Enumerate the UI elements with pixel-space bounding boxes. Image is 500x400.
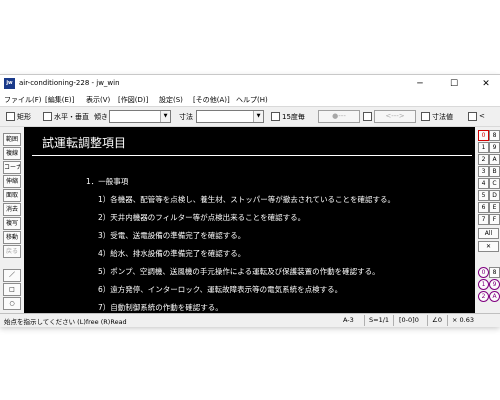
- layer-group-6-button[interactable]: 6: [478, 202, 489, 213]
- status-divider: [393, 315, 394, 326]
- menu-draw[interactable]: [作図(D)]: [118, 95, 148, 105]
- app-window: jw air-conditioning-228 - jw_win ─ ☐ ✕ フ…: [0, 75, 500, 327]
- circle-tool-icon[interactable]: ○: [3, 297, 21, 310]
- jw-app-icon: jw: [4, 78, 15, 89]
- lt-checkbox[interactable]: [468, 112, 477, 121]
- layer-9-button[interactable]: 9: [489, 279, 500, 290]
- chevron-down-icon: ▼: [253, 111, 263, 122]
- point-mode-button[interactable]: ●---: [318, 110, 360, 123]
- layer-group-0-button[interactable]: 0: [478, 130, 489, 141]
- check-item: 3）受電、送電設備の準備完了を確認する。: [98, 231, 246, 240]
- tool-copy[interactable]: 複写: [3, 217, 21, 230]
- layer-group-2-button[interactable]: 2: [478, 154, 489, 165]
- menu-other[interactable]: [その他(A)]: [193, 95, 230, 105]
- dimval-checkbox[interactable]: [421, 112, 430, 121]
- zoom-indicator[interactable]: × 0.63: [452, 316, 474, 324]
- menu-view[interactable]: 表示(V): [86, 95, 110, 105]
- window-title: air-conditioning-228 - jw_win: [19, 79, 120, 87]
- menu-bar: ファイル(F) [編集(E)] 表示(V) [作図(D)] 設定(S) [その他…: [0, 93, 500, 106]
- status-bar: 始点を指示してください (L)free (R)Read A-3 S=1/1 [0…: [0, 313, 500, 327]
- layer-1-button[interactable]: 1: [478, 279, 489, 290]
- layer-a-button[interactable]: A: [489, 291, 500, 302]
- tool-offset[interactable]: 複線: [3, 147, 21, 160]
- drawing-canvas[interactable]: 試運転調整項目 1．一般事項 1）各機器、配管等を点検し、養生材、ストッパー等が…: [24, 127, 475, 313]
- layer-group-9-button[interactable]: 9: [489, 142, 500, 153]
- status-message: 始点を指示してください (L)free (R)Read: [4, 318, 127, 326]
- layer-group-a-button[interactable]: A: [489, 154, 500, 165]
- check-item: 1）各機器、配管等を点検し、養生材、ストッパー等が撤去されていることを確認する。: [98, 195, 396, 204]
- line-tool-icon[interactable]: ／: [3, 269, 21, 282]
- dimval-label: 寸法値: [432, 113, 453, 121]
- rect-checkbox[interactable]: [6, 112, 15, 121]
- layer-group-3-button[interactable]: 3: [478, 166, 489, 177]
- layer-8-button[interactable]: 8: [489, 267, 500, 278]
- menu-settings[interactable]: 設定(S): [159, 95, 183, 105]
- layer-group-8-button[interactable]: 8: [489, 130, 500, 141]
- lt-label: <: [479, 112, 485, 120]
- dimension-label: 寸法: [179, 113, 193, 121]
- scale-indicator[interactable]: S=1/1: [369, 316, 389, 324]
- tool-chamfer[interactable]: 面取: [3, 189, 21, 202]
- layer-group-e-button[interactable]: E: [489, 202, 500, 213]
- dimension-dropdown[interactable]: ▼: [196, 110, 264, 123]
- horiz-vert-checkbox[interactable]: [43, 112, 52, 121]
- range-mode-button[interactable]: <--->: [374, 110, 416, 123]
- rect-label: 矩形: [17, 113, 31, 121]
- layer-group-5-button[interactable]: 5: [478, 190, 489, 201]
- tool-stretch[interactable]: 伸縮: [3, 175, 21, 188]
- layer-group-c-button[interactable]: C: [489, 178, 500, 189]
- tilt-label: 傾き: [94, 113, 108, 121]
- tool-move[interactable]: 移動: [3, 231, 21, 244]
- tilt-dropdown[interactable]: ▼: [109, 110, 171, 123]
- menu-help[interactable]: ヘルプ(H): [236, 95, 268, 105]
- layer-indicator[interactable]: [0-0]0: [399, 316, 419, 324]
- menu-file[interactable]: ファイル(F): [4, 95, 42, 105]
- layer-group-d-button[interactable]: D: [489, 190, 500, 201]
- status-divider: [427, 315, 428, 326]
- layer-group-7-button[interactable]: 7: [478, 214, 489, 225]
- section-heading: 1．一般事項: [86, 177, 129, 186]
- check-item: 5）ポンプ、空調機、送風機の手元操作による運転及び保護装置の作動を確認する。: [98, 267, 380, 276]
- title-bar[interactable]: jw air-conditioning-228 - jw_win ─ ☐ ✕: [0, 75, 500, 93]
- left-toolbox: 範囲 複線 コーナー 伸縮 面取 消去 複写 移動 戻る ／ □ ○: [0, 127, 22, 314]
- document-title: 試運転調整項目: [42, 136, 127, 150]
- tool-range[interactable]: 範囲: [3, 133, 21, 146]
- tool-undo[interactable]: 戻る: [3, 245, 21, 258]
- range-checkbox[interactable]: [363, 112, 372, 121]
- layer-group-b-button[interactable]: B: [489, 166, 500, 177]
- close-button[interactable]: ✕: [472, 75, 500, 93]
- deg15-checkbox[interactable]: [271, 112, 280, 121]
- menu-edit[interactable]: [編集(E)]: [45, 95, 74, 105]
- tool-erase[interactable]: 消去: [3, 203, 21, 216]
- status-divider: [364, 315, 365, 326]
- horiz-vert-label: 水平・垂直: [54, 113, 89, 121]
- maximize-button[interactable]: ☐: [440, 75, 468, 93]
- layer-group-1-button[interactable]: 1: [478, 142, 489, 153]
- control-toolbar: 矩形 水平・垂直 傾き ▼ 寸法 ▼ 15度毎 ●--- <---> 寸法値 <: [0, 106, 500, 127]
- layer-2-button[interactable]: 2: [478, 291, 489, 302]
- check-item: 2）天井内機器のフィルター等が点検出来ることを確認する。: [98, 213, 306, 222]
- chevron-down-icon: ▼: [160, 111, 170, 122]
- tool-corner[interactable]: コーナー: [3, 161, 21, 174]
- layer-toolbox: 0 8 1 9 2 A 3 B 4 C 5 D 6 E 7 F All ✕ 0 …: [477, 127, 500, 314]
- check-item: 4）給水、排水設備の準備完了を確認する。: [98, 249, 246, 258]
- title-underline: [32, 155, 472, 156]
- check-item: 6）遠方発停、インターロック、運転故障表示等の電気系統を点検する。: [98, 285, 343, 294]
- deg15-label: 15度毎: [282, 113, 305, 121]
- paper-size[interactable]: A-3: [343, 316, 354, 324]
- layer-0-button[interactable]: 0: [478, 267, 489, 278]
- angle-indicator[interactable]: ∠0: [432, 316, 442, 324]
- layer-group-4-button[interactable]: 4: [478, 178, 489, 189]
- close-icon[interactable]: ✕: [478, 241, 499, 252]
- rect-tool-icon[interactable]: □: [3, 283, 21, 296]
- status-divider: [447, 315, 448, 326]
- all-layers-button[interactable]: All: [478, 228, 499, 239]
- minimize-button[interactable]: ─: [406, 75, 434, 93]
- layer-group-f-button[interactable]: F: [489, 214, 500, 225]
- check-item: 7）自動制御系統の作動を確認する。: [98, 303, 223, 312]
